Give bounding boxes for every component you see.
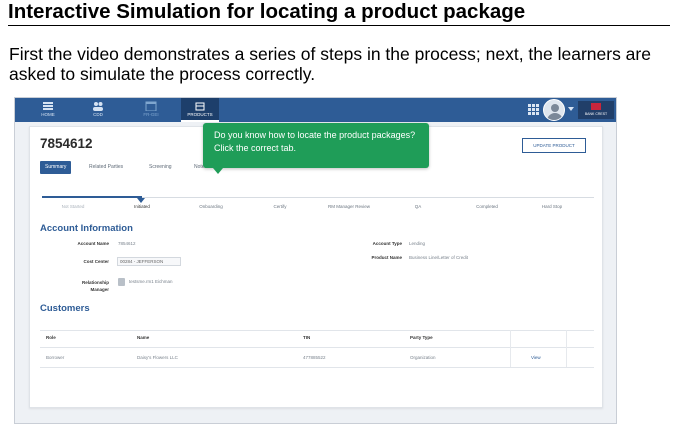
update-product-button[interactable]: UPDATE PRODUCT bbox=[522, 138, 586, 153]
stage-hard-stop: Hard Stop bbox=[541, 204, 563, 209]
document-paragraph: First the video demonstrates a series of… bbox=[9, 44, 651, 84]
app-screenshot: HOME CDD FR-GEI PRODUCTS BANK CREST 7854… bbox=[14, 97, 617, 424]
nav-fr-gei-label: FR-GEI bbox=[143, 112, 159, 117]
stage-qa: QA bbox=[414, 204, 422, 209]
nav-products-label: PRODUCTS bbox=[187, 112, 213, 117]
product-name-value: Business Line/Letter of Credit bbox=[409, 255, 469, 260]
table-row-border bbox=[40, 367, 594, 368]
document-heading: Interactive Simulation for locating a pr… bbox=[8, 0, 670, 26]
view-customer-link[interactable]: View bbox=[531, 355, 541, 361]
col-role: Role bbox=[46, 335, 56, 340]
person-icon bbox=[118, 278, 125, 286]
product-name-label: Product Name bbox=[371, 255, 402, 260]
nav-products[interactable]: PRODUCTS bbox=[181, 98, 219, 122]
bank-logo-mark bbox=[591, 103, 601, 110]
account-type-label: Account Type bbox=[372, 241, 402, 246]
cost-center-label: Cost Center bbox=[83, 259, 109, 264]
progress-current-marker bbox=[137, 198, 145, 203]
nav-fr-gei[interactable]: FR-GEI bbox=[132, 98, 170, 122]
account-type-value: Lending bbox=[409, 241, 426, 246]
stage-not-started: Not Started bbox=[61, 204, 85, 209]
account-number: 7854612 bbox=[40, 136, 93, 151]
nav-cdd-label: CDD bbox=[93, 112, 103, 117]
progress-fill bbox=[42, 196, 142, 198]
cell-party-type: Organization bbox=[410, 355, 436, 360]
stage-certify: Certify bbox=[273, 204, 287, 209]
tab-summary[interactable]: Summary bbox=[40, 161, 72, 174]
nav-home-label: HOME bbox=[41, 112, 55, 117]
nav-home[interactable]: HOME bbox=[29, 98, 67, 122]
customers-title: Customers bbox=[40, 303, 90, 314]
avatar-head bbox=[551, 104, 559, 112]
home-icon bbox=[43, 102, 53, 110]
table-column-divider bbox=[510, 330, 511, 368]
calendar-icon bbox=[145, 101, 157, 111]
account-information-title: Account Information bbox=[40, 223, 133, 234]
col-tin: TIN bbox=[303, 335, 311, 340]
relationship-manager-value: testsme.rm1 Eichman bbox=[129, 279, 173, 284]
bank-logo: BANK CREST bbox=[578, 101, 614, 119]
relationship-manager-label: Relationship Manager bbox=[77, 279, 109, 293]
tooltip-arrow bbox=[213, 168, 223, 174]
tab-screening[interactable]: Screening bbox=[149, 161, 172, 174]
hint-tooltip: Do you know how to locate the product pa… bbox=[203, 123, 429, 168]
col-name: Name bbox=[137, 335, 150, 340]
bank-logo-name: BANK CREST bbox=[584, 112, 608, 116]
account-name-label: Account Name bbox=[77, 241, 109, 246]
account-name-value: 7854612 bbox=[118, 241, 136, 246]
col-party-type: Party Type bbox=[410, 335, 433, 340]
account-card: 7854612 UPDATE PRODUCT Summary Related P… bbox=[29, 123, 603, 408]
avatar-body bbox=[547, 113, 563, 120]
stage-onboarding: Onboarding bbox=[199, 204, 223, 209]
top-nav-bar: HOME CDD FR-GEI PRODUCTS BANK CREST bbox=[15, 98, 616, 122]
nav-cdd[interactable]: CDD bbox=[79, 98, 117, 122]
chevron-down-icon[interactable] bbox=[568, 107, 574, 111]
cost-center-value: 00284 - JEFFERSON bbox=[117, 257, 181, 266]
user-avatar[interactable] bbox=[543, 99, 565, 121]
box-icon bbox=[195, 102, 205, 111]
cell-role: Borrower bbox=[46, 355, 65, 360]
users-icon bbox=[93, 102, 103, 111]
cell-tin: 477885522 bbox=[303, 355, 326, 360]
stage-initiated: Initiated bbox=[134, 204, 150, 209]
relationship-manager-label-text: Relationship Manager bbox=[81, 280, 109, 292]
apps-grid-icon[interactable] bbox=[528, 104, 539, 115]
stage-completed: Completed bbox=[476, 204, 498, 209]
tab-related-parties[interactable]: Related Parties bbox=[89, 161, 123, 174]
cell-name: Daisy's Flowers LLC bbox=[137, 355, 178, 360]
stage-rm-manager-review: RM Manager Review bbox=[327, 204, 370, 209]
table-column-divider bbox=[566, 330, 567, 368]
